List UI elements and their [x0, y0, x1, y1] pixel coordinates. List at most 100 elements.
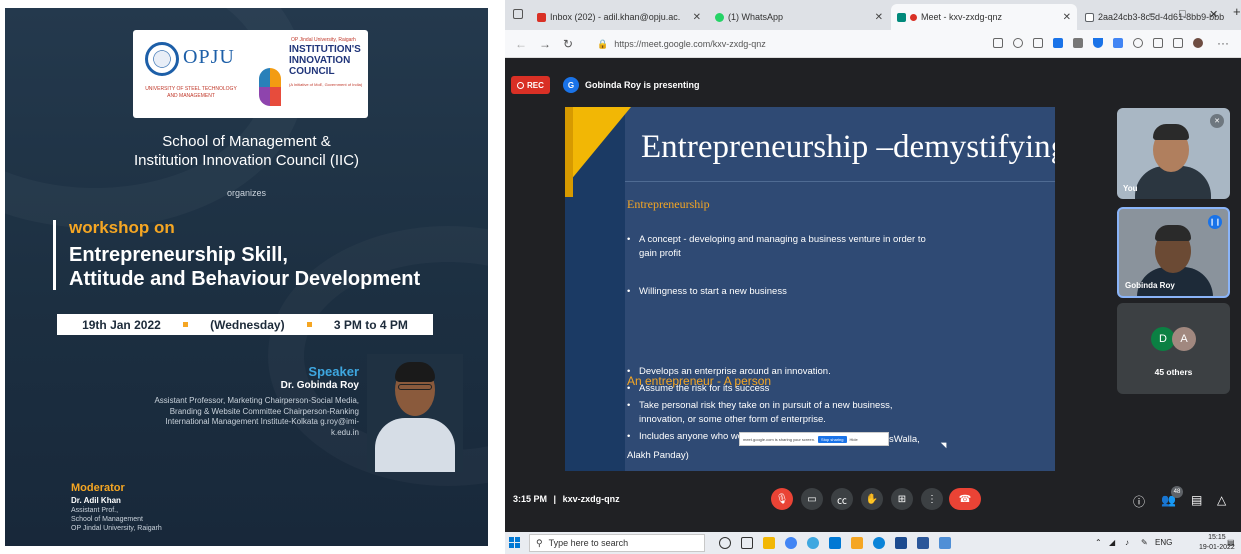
recording-badge: REC	[511, 76, 550, 94]
start-tile	[509, 537, 514, 542]
app-icon[interactable]	[851, 537, 863, 549]
extension-icon[interactable]	[1073, 38, 1083, 48]
slide-bullets-1: A concept - developing and managing a bu…	[627, 233, 927, 302]
opju-seal-icon	[145, 42, 179, 76]
meet-icon	[897, 12, 906, 22]
language-indicator[interactable]: ENG	[1155, 538, 1172, 547]
notifications-icon[interactable]: ▤	[1227, 538, 1235, 547]
screen-share-icon[interactable]	[993, 38, 1003, 48]
logo-panel: OPJU UNIVERSITY OF STEEL TECHNOLOGY AND …	[133, 30, 368, 118]
close-tab-icon[interactable]: ✕	[875, 12, 883, 23]
share-notice-text: meet.google.com is sharing your screen.	[743, 436, 816, 442]
tab-gmail[interactable]: Inbox (202) - adil.khan@opju.ac. ✕	[531, 4, 707, 30]
slide-divider	[625, 181, 1055, 182]
meeting-info: 3:15 PM | kxv-zxdg-qnz	[513, 494, 620, 504]
mic-toggle-button[interactable]: 🎙	[771, 488, 793, 510]
camera-toggle-button[interactable]: ▭	[801, 488, 823, 510]
slide-title: Entrepreneurship –demystifying	[641, 129, 1055, 165]
drive-icon[interactable]	[1093, 38, 1103, 48]
volume-icon[interactable]: ♪	[1125, 538, 1129, 547]
participant-hair	[1153, 124, 1189, 140]
info-icon[interactable]: ⓘ	[1133, 493, 1145, 510]
workshop-title-line-2: Attitude and Behaviour Development	[69, 268, 421, 290]
speaker-photo-hair	[395, 362, 435, 382]
hide-button[interactable]: Hide	[850, 437, 858, 442]
back-icon[interactable]: ←	[515, 37, 527, 51]
participant-name: Gobinda Roy	[1125, 281, 1175, 290]
app-icon[interactable]	[895, 537, 907, 549]
tab-whatsapp[interactable]: (1) WhatsApp ✕	[709, 4, 889, 30]
favorites-icon[interactable]	[1153, 38, 1163, 48]
raise-hand-button[interactable]: ✋	[861, 488, 883, 510]
participant-name: You	[1123, 184, 1138, 193]
meeting-time: 3:15 PM	[513, 494, 548, 504]
close-tab-icon[interactable]: ✕	[693, 12, 701, 23]
others-count: 45 others	[1154, 367, 1193, 377]
others-tile[interactable]: D A 45 others	[1117, 303, 1230, 394]
slide-bullet-tail: sWalla,	[889, 434, 920, 445]
stop-sharing-button[interactable]: Stop sharing	[818, 435, 847, 443]
start-tile	[515, 537, 520, 542]
more-menu-button[interactable]: ···	[1217, 36, 1229, 50]
docs-icon[interactable]	[1113, 38, 1123, 48]
refresh-ext-icon[interactable]	[1133, 38, 1143, 48]
recording-dot-icon	[910, 13, 917, 21]
pen-icon[interactable]: ✎	[1141, 538, 1148, 547]
organizer-line-2: Institution Innovation Council (IIC)	[133, 152, 360, 169]
slide-bullet: Assume the risk for its success	[627, 382, 927, 396]
taskbar-search[interactable]: ⚲ Type here to search	[529, 534, 705, 552]
read-aloud-icon[interactable]	[1013, 38, 1023, 48]
present-button[interactable]: ⊞	[891, 488, 913, 510]
participant-tile-you[interactable]: ✕ You	[1117, 108, 1230, 199]
windows-start-icon[interactable]	[509, 537, 521, 549]
activities-icon[interactable]: △	[1217, 493, 1226, 507]
forward-icon[interactable]: →	[539, 37, 551, 51]
profile-avatar[interactable]	[1193, 38, 1203, 48]
participant-tile-gobinda[interactable]: ❙❙ Gobinda Roy	[1117, 207, 1230, 298]
collections-icon[interactable]	[1173, 38, 1183, 48]
maximize-button[interactable]: □	[1179, 8, 1186, 20]
store-icon[interactable]	[829, 537, 841, 549]
slide-accent-shape	[565, 107, 631, 187]
moderator-description: Assistant Prof., School of Management OP…	[71, 506, 162, 533]
record-icon	[517, 81, 524, 89]
workshop-label: workshop on	[69, 218, 175, 237]
url-field[interactable]: 🔒 https://meet.google.com/kxv-zxdg-qnz	[597, 35, 957, 53]
file-explorer-icon[interactable]	[763, 537, 775, 549]
reload-icon[interactable]: ↻	[563, 37, 573, 51]
chrome-icon[interactable]	[785, 537, 797, 549]
task-view-icon[interactable]	[741, 537, 753, 549]
end-call-button[interactable]: ☎	[949, 488, 981, 510]
meeting-controls: 3:15 PM | kxv-zxdg-qnz 🎙 ▭ ㏄ ✋ ⊞ ⋮ ☎ ⓘ 👥…	[505, 486, 1241, 516]
tab-label: 2aa24cb3-8c5d-4d61-8bb9-bbb	[1098, 12, 1225, 22]
edge-icon[interactable]	[807, 537, 819, 549]
people-count-badge: 48	[1171, 486, 1183, 498]
word-icon[interactable]	[917, 537, 929, 549]
speaker-heading: Speaker	[308, 364, 359, 379]
windows-taskbar: ⚲ Type here to search ⌃ ◢ ♪ ✎ ENG 15:15 …	[505, 532, 1241, 554]
captions-button[interactable]: ㏄	[831, 488, 853, 510]
extension-icon[interactable]	[1053, 38, 1063, 48]
more-options-button[interactable]: ⋮	[921, 488, 943, 510]
cortana-icon[interactable]	[719, 537, 731, 549]
opju-subtext: UNIVERSITY OF STEEL TECHNOLOGY AND MANAG…	[145, 86, 237, 99]
network-icon[interactable]: ◢	[1109, 538, 1115, 547]
meeting-info-separator: |	[553, 494, 557, 504]
chat-icon[interactable]: ▤	[1191, 493, 1202, 507]
workshop-title: Entrepreneurship Skill, Attitude and Beh…	[69, 243, 420, 291]
document-icon	[1085, 12, 1094, 22]
tab-label: Inbox (202) - adil.khan@opju.ac.	[550, 12, 681, 22]
tab-meet[interactable]: Meet - kxv-zxdg-qnz ✕	[891, 4, 1077, 30]
close-window-button[interactable]: ✕	[1209, 8, 1218, 21]
new-tab-button[interactable]: +	[1233, 4, 1241, 19]
close-tab-icon[interactable]: ✕	[1063, 12, 1071, 23]
show-hidden-icons[interactable]: ⌃	[1095, 538, 1102, 547]
app-icon[interactable]	[939, 537, 951, 549]
participant-hair	[1155, 225, 1191, 241]
screen-share-notice: meet.google.com is sharing your screen. …	[739, 432, 889, 446]
tab-label: Meet - kxv-zxdg-qnz	[921, 12, 1003, 22]
minimize-button[interactable]: –	[1149, 8, 1155, 20]
edge-active-icon[interactable]	[873, 537, 885, 549]
favorite-icon[interactable]	[1033, 38, 1043, 48]
tab-actions-icon[interactable]	[513, 9, 523, 19]
